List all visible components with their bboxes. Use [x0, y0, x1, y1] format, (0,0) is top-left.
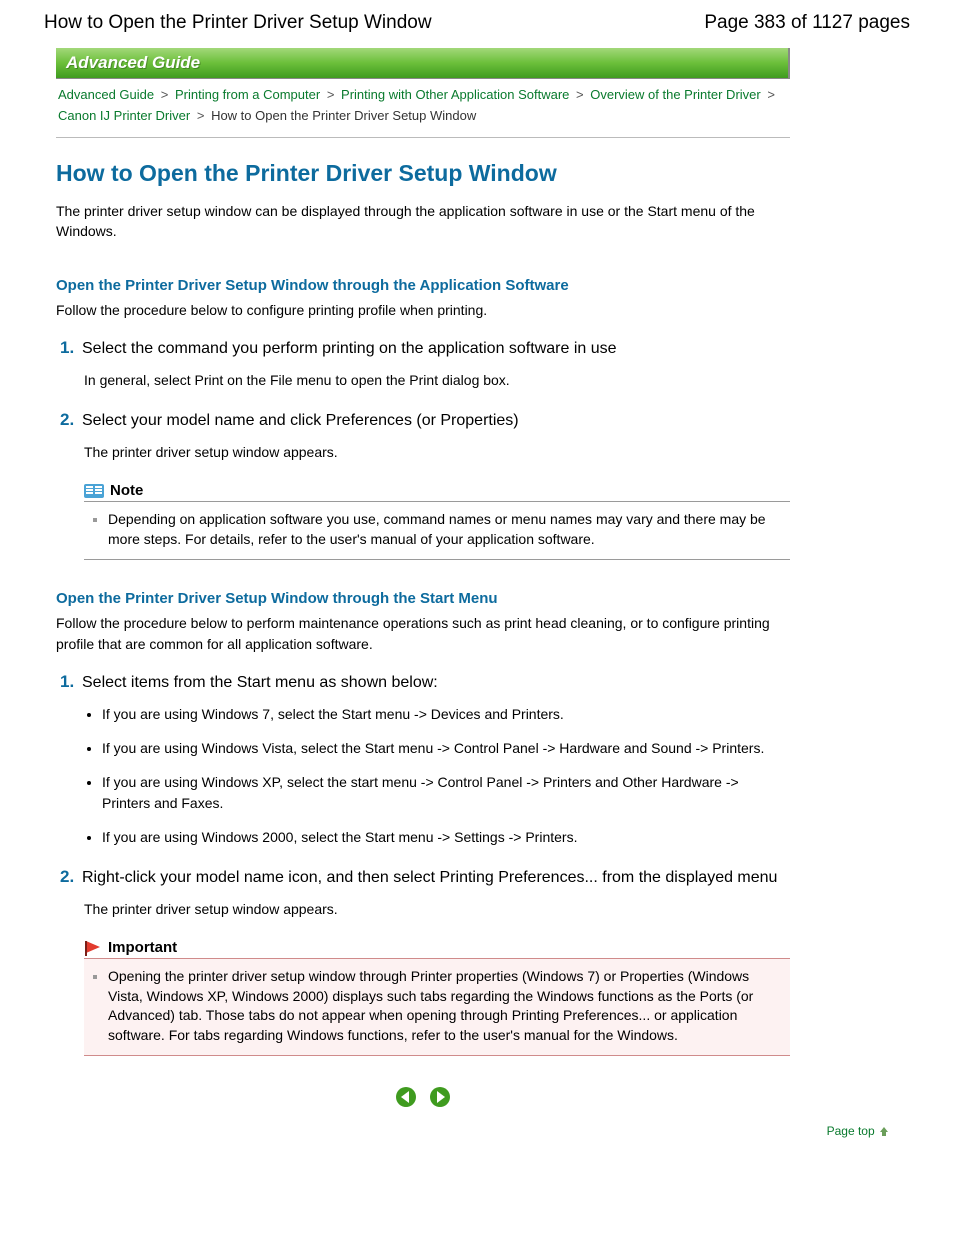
important-label: Important: [108, 939, 177, 956]
important-flag-icon: [84, 940, 104, 956]
step-body: In general, select Print on the File men…: [84, 370, 790, 390]
step: 2. Select your model name and click Pref…: [56, 410, 790, 462]
important-callout: Important Opening the printer driver set…: [84, 939, 790, 1056]
prev-page-icon[interactable]: [395, 1086, 417, 1108]
step-body: The printer driver setup window appears.: [84, 899, 790, 919]
step-title: Select the command you perform printing …: [82, 338, 617, 360]
breadcrumb-sep: >: [158, 87, 172, 102]
page-header: How to Open the Printer Driver Setup Win…: [44, 12, 910, 34]
breadcrumb-current: How to Open the Printer Driver Setup Win…: [211, 108, 476, 123]
step-title: Select your model name and click Prefere…: [82, 410, 519, 432]
important-text: Opening the printer driver setup window …: [108, 967, 786, 1045]
step: 1. Select the command you perform printi…: [56, 338, 790, 390]
section1-desc: Follow the procedure below to configure …: [56, 300, 790, 320]
note-text: Depending on application software you us…: [108, 510, 786, 549]
note-callout: Note Depending on application software y…: [84, 482, 790, 560]
guide-banner: Advanced Guide: [56, 48, 790, 79]
page-indicator: Page 383 of 1127 pages: [704, 12, 910, 34]
step-number: 1.: [60, 672, 82, 692]
breadcrumb-link[interactable]: Overview of the Printer Driver: [590, 87, 761, 102]
nav-arrows: [56, 1086, 790, 1111]
header-title: How to Open the Printer Driver Setup Win…: [44, 12, 432, 34]
breadcrumb-sep: >: [764, 87, 778, 102]
breadcrumb-link[interactable]: Advanced Guide: [58, 87, 154, 102]
list-item: If you are using Windows XP, select the …: [102, 772, 790, 813]
step-title: Select items from the Start menu as show…: [82, 672, 438, 694]
note-icon: [84, 483, 106, 499]
next-page-icon[interactable]: [429, 1086, 451, 1108]
step-number: 1.: [60, 338, 82, 358]
step-body: The printer driver setup window appears.: [84, 442, 790, 462]
section2-desc: Follow the procedure below to perform ma…: [56, 613, 790, 654]
section2-heading: Open the Printer Driver Setup Window thr…: [56, 590, 790, 607]
list-item: If you are using Windows 7, select the S…: [102, 704, 790, 724]
bullet-list: If you are using Windows 7, select the S…: [84, 704, 790, 847]
step-number: 2.: [60, 410, 82, 430]
breadcrumb-sep: >: [324, 87, 338, 102]
breadcrumb-sep: >: [573, 87, 587, 102]
step: 2. Right-click your model name icon, and…: [56, 867, 790, 919]
list-item: If you are using Windows Vista, select t…: [102, 738, 790, 758]
up-arrow-icon: [878, 1125, 890, 1137]
list-item: If you are using Windows 2000, select th…: [102, 827, 790, 847]
step: 1. Select items from the Start menu as s…: [56, 672, 790, 847]
step-number: 2.: [60, 867, 82, 887]
page-top-link[interactable]: Page top: [56, 1123, 890, 1138]
breadcrumb-link[interactable]: Printing with Other Application Software: [341, 87, 569, 102]
breadcrumb-sep: >: [194, 108, 208, 123]
step-title: Right-click your model name icon, and th…: [82, 867, 777, 889]
breadcrumb: Advanced Guide > Printing from a Compute…: [56, 79, 790, 138]
page-title: How to Open the Printer Driver Setup Win…: [56, 160, 790, 187]
breadcrumb-link[interactable]: Canon IJ Printer Driver: [58, 108, 190, 123]
breadcrumb-link[interactable]: Printing from a Computer: [175, 87, 320, 102]
section1-heading: Open the Printer Driver Setup Window thr…: [56, 277, 790, 294]
intro-text: The printer driver setup window can be d…: [56, 201, 790, 242]
note-label: Note: [110, 482, 143, 499]
